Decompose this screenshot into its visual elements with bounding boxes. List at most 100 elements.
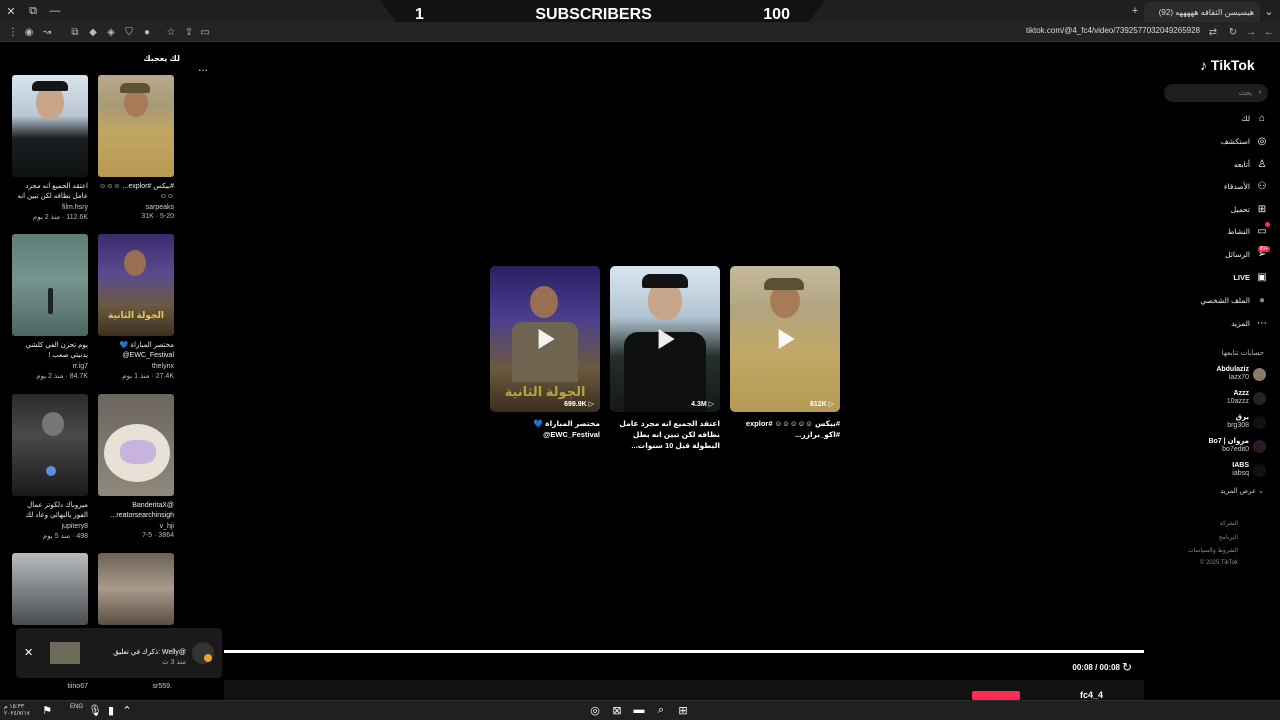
video-thumbnail[interactable] — [12, 75, 88, 177]
play-icon[interactable] — [658, 329, 675, 349]
card-author[interactable]: rr.ig7 — [12, 363, 88, 370]
card-author[interactable]: jupitery8 — [12, 523, 88, 530]
card-author[interactable]: sarpeaks — [98, 204, 174, 211]
view-count: 4.3M ▷ — [691, 401, 714, 408]
xbox-icon[interactable]: ⊠ — [608, 701, 626, 719]
card-author[interactable]: v_hji — [98, 523, 174, 530]
restore-window-icon[interactable]: ⧉ — [22, 0, 44, 22]
card-author[interactable]: sr559. — [140, 683, 172, 690]
nav-profile[interactable]: الملف الشخصي ● — [1180, 292, 1268, 308]
video-card[interactable]: 4.3M ▷ اعتقد الجميع انه مجرد عامل نظافه … — [610, 266, 720, 451]
search-icon[interactable]: ⌕ — [1258, 89, 1262, 97]
back-icon[interactable]: ← — [1262, 25, 1276, 39]
followed-account[interactable]: Bo7 | مروان bo7edit0 — [1170, 438, 1266, 454]
messages-icon: ➢ 99+ — [1257, 246, 1270, 260]
nav-messages[interactable]: الرسائل ➢ 99+ — [1180, 246, 1270, 262]
new-tab-button[interactable]: + — [1124, 0, 1146, 22]
chevron-up-icon[interactable]: ⌃ — [118, 701, 136, 719]
replay-icon[interactable]: ↻ — [1122, 660, 1132, 674]
nav-activity[interactable]: النشاط ▭ — [1180, 222, 1270, 239]
show-more-link[interactable]: عرض المزيد ⌄ — [1170, 487, 1264, 495]
card-author[interactable]: film.hsry — [12, 204, 88, 211]
suggestion-card[interactable]: BanderitaX@ reatorsearchinsigh... v_hji … — [98, 394, 174, 539]
folder-icon[interactable]: ▬ — [630, 701, 648, 719]
chrome-icon[interactable]: ◎ — [586, 701, 604, 719]
video-thumbnail[interactable] — [12, 394, 88, 496]
followed-account[interactable]: Abdulaziz iazx70 — [1170, 366, 1266, 382]
close-icon[interactable]: ✕ — [24, 646, 33, 659]
translate-icon[interactable]: ⇄ — [1206, 25, 1220, 39]
nav-upload[interactable]: تحميل ⊞ — [1180, 201, 1268, 217]
play-icon[interactable] — [778, 329, 795, 349]
extension-icon[interactable]: ◈ — [104, 25, 118, 39]
footer-link[interactable]: الشركة — [1170, 520, 1238, 527]
nav-explore[interactable]: استكشف ◎ — [1180, 133, 1268, 149]
suggestion-card[interactable]: #بيكس #explor... ☺☺☺☺☺ sarpeaks 31K · 5-… — [98, 75, 174, 220]
video-thumbnail[interactable]: الجولة الثانية 699.9K ▷ — [490, 266, 600, 412]
video-card[interactable]: 812K ▷ #بيكس ☺☺☺☺☺ #explor #اكو_برازر... — [730, 266, 840, 440]
suggestion-card[interactable]: الجولة الثانية مختصر المباراة 💙 EWC_Fest… — [98, 234, 174, 380]
video-title[interactable]: #بيكس ☺☺☺☺☺ #explor #اكو_برازر... — [730, 418, 840, 440]
video-card[interactable]: الجولة الثانية 699.9K ▷ مختصر المباراة 💙… — [490, 266, 600, 440]
video-thumbnail[interactable] — [12, 234, 88, 336]
suggestion-card[interactable] — [12, 553, 88, 625]
follow-button[interactable] — [972, 691, 1020, 700]
video-thumbnail[interactable] — [98, 394, 174, 496]
more-options-icon[interactable]: ... — [198, 60, 208, 74]
shield-icon[interactable]: ⛉ — [122, 25, 136, 39]
notification-icon[interactable]: ⚑ — [38, 701, 56, 719]
nav-label: الأصدقاء — [1223, 181, 1250, 191]
footer-link[interactable]: الشروط والسياسات — [1170, 547, 1238, 554]
menu-icon[interactable]: ⋮ — [6, 25, 20, 39]
close-window-icon[interactable]: ✕ — [0, 0, 22, 22]
extension-icon[interactable]: ◉ — [22, 25, 36, 39]
video-thumbnail[interactable]: 812K ▷ — [730, 266, 840, 412]
footer-link[interactable]: البرنامج — [1170, 534, 1238, 541]
nav-label: الرسائل — [1225, 249, 1250, 259]
notification-toast[interactable]: ✕ ذكرك في تعليق: Welly@ منذ 3 ث — [16, 628, 222, 678]
suggestion-card[interactable]: اعتقد الجميع انه مجرد عامل نظافه لكن تبي… — [12, 75, 88, 221]
extension-icon[interactable]: ⧉ — [68, 25, 82, 39]
reload-icon[interactable]: ↻ — [1226, 25, 1240, 39]
video-thumbnail[interactable] — [98, 75, 174, 177]
suggestion-card[interactable] — [98, 553, 174, 625]
followed-account[interactable]: Azzz 10azzz — [1170, 390, 1266, 406]
nav-live[interactable]: LIVE ▣ — [1180, 269, 1268, 285]
video-thumbnail[interactable]: 4.3M ▷ — [610, 266, 720, 412]
url-field[interactable]: tiktok.com/@4_fc4/video/7392577032049265… — [960, 26, 1200, 38]
followed-account[interactable]: IABS iabsq — [1170, 462, 1266, 478]
search-input[interactable]: بحث ⌕ — [1164, 84, 1268, 102]
extension-icon[interactable]: ● — [140, 25, 154, 39]
cast-icon[interactable]: ▭ — [198, 25, 212, 39]
nav-following[interactable]: أتابعه ♙ — [1180, 156, 1268, 172]
extension-icon[interactable]: ◆ — [86, 25, 100, 39]
extension-icon[interactable]: ↝ — [40, 25, 54, 39]
video-progress-bar[interactable] — [224, 650, 1144, 653]
nav-for-you[interactable]: لك ⌂ — [1180, 110, 1268, 126]
forward-icon[interactable]: → — [1244, 25, 1258, 39]
video-title[interactable]: مختصر المباراة 💙 EWC_Festival@ — [490, 418, 600, 440]
suggestion-card[interactable]: ميروباك دلكوتز عمال الفوز بالنهائي وعاد … — [12, 394, 88, 540]
card-author[interactable]: thelynx — [98, 363, 174, 370]
video-thumbnail[interactable]: الجولة الثانية — [98, 234, 174, 336]
bookmark-star-icon[interactable]: ☆ — [164, 25, 178, 39]
video-thumbnail[interactable] — [98, 553, 174, 625]
followed-account[interactable]: برق brg308 — [1170, 414, 1266, 430]
video-title[interactable]: اعتقد الجميع انه مجرد عامل نظافه لكن تبي… — [610, 418, 720, 451]
video-author[interactable]: fc4_4 — [1080, 690, 1103, 700]
share-icon[interactable]: ⇪ — [182, 25, 196, 39]
windows-start-icon[interactable]: ⊞ — [674, 701, 692, 719]
suggestion-card[interactable]: يوم تحزن الفي كلشي بدنيتي صعب ! #اغاني_ع… — [12, 234, 88, 380]
nav-more[interactable]: المزيد ⋯ — [1180, 315, 1268, 331]
nav-friends[interactable]: الأصدقاء ⚇ — [1180, 178, 1268, 194]
search-icon[interactable]: ⌕ — [652, 701, 670, 719]
minimize-window-icon[interactable]: — — [44, 0, 66, 22]
tab-search-icon[interactable]: ⌄ — [1258, 0, 1280, 22]
card-author[interactable]: tiino67 — [58, 683, 88, 690]
account-handle: brg308 — [1227, 422, 1249, 429]
tiktok-logo[interactable]: ♪ TikTok — [1200, 57, 1255, 73]
play-icon[interactable] — [538, 329, 555, 349]
browser-tab[interactable]: هيسيسن الثقافه هههههه (92) — [1144, 2, 1260, 22]
taskbar-language[interactable]: ENG — [70, 704, 83, 710]
video-thumbnail[interactable] — [12, 553, 88, 625]
